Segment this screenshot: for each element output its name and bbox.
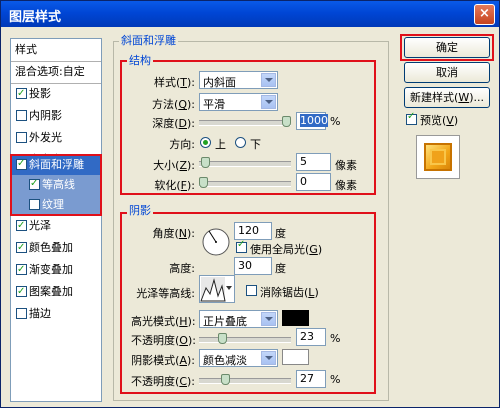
structure-title: 结构	[127, 52, 153, 68]
chevron-down-icon[interactable]	[261, 73, 276, 87]
shadow-opacity-thumb[interactable]	[221, 374, 230, 385]
gloss-contour-picker[interactable]	[199, 275, 235, 303]
altitude-unit: 度	[275, 262, 286, 275]
preview-label: 预览(V)	[420, 114, 459, 127]
highlight-mode-label: 高光模式(H):	[131, 315, 196, 328]
soften-slider-thumb[interactable]	[199, 177, 208, 188]
preview-checkbox[interactable]	[406, 111, 417, 125]
altitude-label: 高度:	[169, 262, 195, 275]
size-input[interactable]: 5	[296, 153, 331, 171]
soften-slider[interactable]	[199, 177, 291, 188]
global-light-label: 使用全局光(G)	[250, 243, 323, 256]
size-slider[interactable]	[199, 157, 291, 168]
shadow-opacity-input[interactable]: 27	[296, 370, 326, 388]
direction-up-radio[interactable]	[200, 137, 211, 148]
direction-down-radio[interactable]	[235, 137, 246, 148]
angle-input[interactable]: 120	[234, 222, 272, 240]
styles-header[interactable]: 样式	[11, 39, 101, 62]
size-unit: 像素	[335, 159, 357, 172]
shadow-opacity-unit: %	[330, 373, 341, 386]
checkbox[interactable]	[16, 132, 27, 143]
checkbox[interactable]	[16, 110, 27, 121]
ok-highlight	[400, 34, 494, 61]
list-item-stroke[interactable]: 描边	[11, 303, 101, 325]
soften-unit: 像素	[335, 179, 357, 192]
highlight-color-swatch[interactable]	[282, 310, 309, 326]
checkbox[interactable]	[16, 259, 27, 281]
technique-label: 方法(Q):	[152, 98, 195, 111]
technique-dropdown[interactable]: 平滑	[199, 93, 278, 111]
list-item-color-overlay[interactable]: 颜色叠加	[11, 237, 101, 259]
style-label: 样式(T):	[153, 76, 195, 89]
checkbox[interactable]	[16, 215, 27, 237]
checkbox[interactable]	[16, 281, 27, 303]
depth-input[interactable]: 1000	[296, 112, 328, 130]
anti-alias-label: 消除锯齿(L)	[260, 286, 319, 299]
list-item-gradient-overlay[interactable]: 渐变叠加	[11, 259, 101, 281]
depth-slider[interactable]	[199, 116, 291, 127]
list-item-pattern-overlay[interactable]: 图案叠加	[11, 281, 101, 303]
global-light-checkbox[interactable]	[236, 239, 247, 253]
close-icon[interactable]: ×	[474, 4, 495, 25]
preview-swatch-image	[424, 143, 452, 171]
title-bar: 图层样式 ×	[1, 1, 499, 27]
depth-unit: %	[330, 115, 341, 128]
chevron-down-icon[interactable]	[261, 95, 276, 109]
highlight-opacity-label: 不透明度(O):	[131, 334, 196, 347]
layer-style-dialog: 图层样式 × 样式 混合选项:自定 投影 内阴影 外发光 内发光 斜面和浮雕	[0, 0, 500, 408]
anti-alias-checkbox[interactable]	[246, 285, 257, 296]
checkbox[interactable]	[16, 83, 27, 105]
shadow-color-swatch[interactable]	[282, 349, 309, 365]
checkbox[interactable]	[16, 237, 27, 259]
angle-unit: 度	[275, 227, 286, 240]
shading-title: 阴影	[127, 202, 153, 218]
bevel-emboss-title: 斜面和浮雕	[119, 32, 178, 48]
contour-preview-icon	[200, 277, 226, 302]
list-item-satin[interactable]: 光泽	[11, 215, 101, 237]
gloss-contour-label: 光泽等高线:	[136, 287, 195, 300]
list-item-drop-shadow[interactable]: 投影	[11, 83, 101, 105]
shadow-opacity-slider[interactable]	[199, 374, 291, 385]
style-preview-thumbnail	[416, 135, 460, 179]
highlight-opacity-input[interactable]: 23	[296, 328, 326, 346]
cancel-button[interactable]: 取消	[404, 62, 490, 83]
soften-label: 软化(F):	[154, 179, 195, 192]
styles-list: 样式 混合选项:自定 投影 内阴影 外发光 内发光 斜面和浮雕 等高线	[10, 38, 102, 402]
highlight-mode-dropdown[interactable]: 正片叠底	[199, 310, 278, 328]
size-slider-thumb[interactable]	[201, 157, 210, 168]
dialog-title: 图层样式	[9, 10, 62, 25]
direction-down-label: 下	[250, 138, 261, 151]
shadow-opacity-label: 不透明度(C):	[131, 375, 195, 388]
chevron-down-icon[interactable]	[226, 286, 232, 290]
angle-dial[interactable]	[201, 227, 231, 257]
chevron-down-icon[interactable]	[261, 312, 276, 326]
depth-label: 深度(D):	[152, 117, 195, 130]
depth-slider-thumb[interactable]	[282, 116, 291, 127]
soften-input[interactable]: 0	[296, 173, 331, 191]
chevron-down-icon[interactable]	[261, 351, 276, 365]
direction-label: 方向:	[169, 138, 195, 151]
shadow-mode-label: 阴影模式(A):	[131, 354, 195, 367]
highlight-opacity-unit: %	[330, 332, 341, 345]
altitude-input[interactable]: 30	[234, 257, 272, 275]
highlight-opacity-slider[interactable]	[199, 333, 291, 344]
contour-texture-highlight	[10, 154, 102, 216]
shadow-mode-dropdown[interactable]: 颜色减淡	[199, 349, 278, 367]
size-label: 大小(Z):	[153, 159, 195, 172]
list-item-inner-shadow[interactable]: 内阴影	[11, 105, 101, 127]
new-style-button[interactable]: 新建样式(W)...	[404, 87, 490, 108]
highlight-opacity-thumb[interactable]	[218, 333, 227, 344]
checkbox[interactable]	[16, 308, 27, 319]
angle-label: 角度(N):	[152, 227, 195, 240]
style-dropdown[interactable]: 内斜面	[199, 71, 278, 89]
direction-up-label: 上	[215, 138, 226, 151]
angle-dial-icon[interactable]	[201, 227, 231, 257]
blending-options-item[interactable]: 混合选项:自定	[11, 61, 101, 84]
list-item-outer-glow[interactable]: 外发光	[11, 127, 101, 149]
